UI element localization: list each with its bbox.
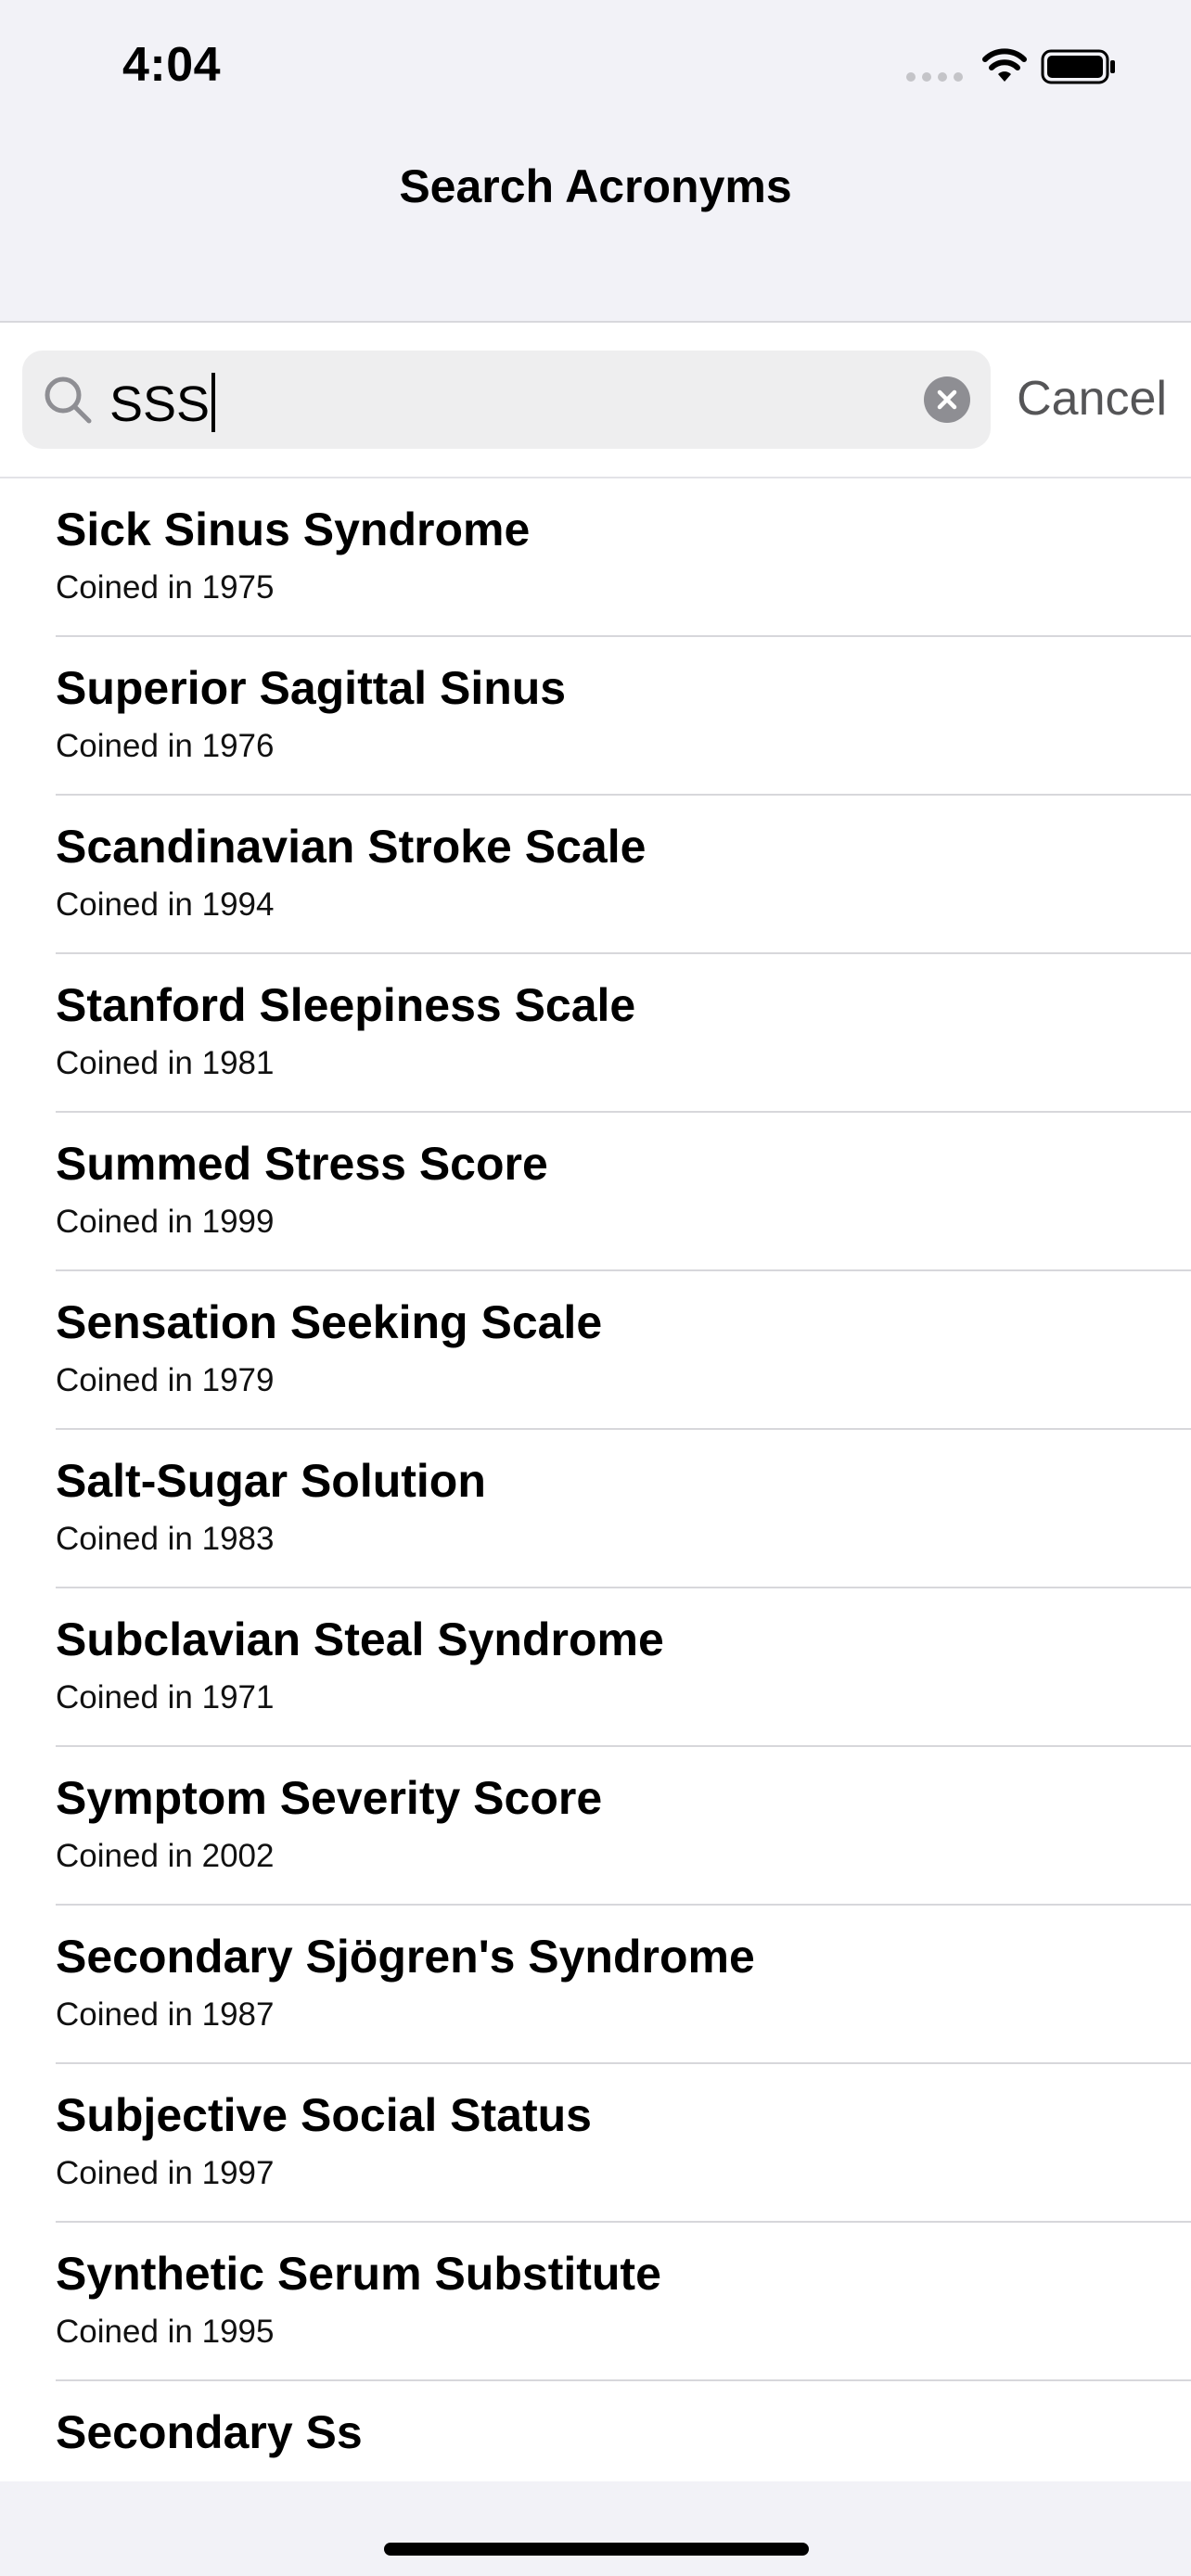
wifi-icon bbox=[982, 48, 1027, 82]
list-item[interactable]: Subclavian Steal Syndrome Coined in 1971 bbox=[56, 1588, 1191, 1747]
list-item-subtitle: Coined in 1976 bbox=[56, 728, 275, 764]
list-item-subtitle: Coined in 1975 bbox=[56, 569, 275, 606]
list-item-title: Sensation Seeking Scale bbox=[56, 1296, 603, 1348]
navigation-bar: Search Acronyms bbox=[0, 130, 1191, 323]
clear-text-icon bbox=[937, 389, 957, 410]
home-indicator-area bbox=[0, 2481, 1191, 2576]
list-item-subtitle: Coined in 1983 bbox=[56, 1521, 275, 1557]
list-item-title: Subclavian Steal Syndrome bbox=[56, 1613, 664, 1665]
list-item-subtitle: Coined in 1981 bbox=[56, 1045, 275, 1081]
list-item-title: Secondary Ss bbox=[56, 2406, 363, 2458]
list-item-title: Scandinavian Stroke Scale bbox=[56, 821, 647, 873]
search-value: SSS bbox=[109, 376, 211, 432]
search-bar: SSS Cancel bbox=[0, 323, 1191, 478]
page-title: Search Acronyms bbox=[399, 160, 792, 212]
list-item-subtitle: Coined in 1995 bbox=[56, 2314, 275, 2350]
list-item[interactable]: Summed Stress Score Coined in 1999 bbox=[56, 1113, 1191, 1271]
list-item-subtitle: Coined in 1979 bbox=[56, 1362, 275, 1398]
list-item-subtitle: Coined in 1999 bbox=[56, 1204, 275, 1240]
list-item[interactable]: Synthetic Serum Substitute Coined in 199… bbox=[56, 2223, 1191, 2381]
list-item-title: Subjective Social Status bbox=[56, 2089, 592, 2141]
home-indicator[interactable] bbox=[384, 2543, 809, 2556]
list-item-title: Secondary Sjögren's Syndrome bbox=[56, 1931, 755, 1983]
list-item[interactable]: Secondary Ss bbox=[56, 2381, 1191, 2481]
list-item-subtitle: Coined in 1994 bbox=[56, 886, 275, 923]
list-item[interactable]: Sensation Seeking Scale Coined in 1979 bbox=[56, 1271, 1191, 1430]
list-item[interactable]: Salt-Sugar Solution Coined in 1983 bbox=[56, 1430, 1191, 1588]
list-item-title: Summed Stress Score bbox=[56, 1138, 548, 1190]
battery-icon bbox=[1041, 49, 1115, 84]
list-item-title: Salt-Sugar Solution bbox=[56, 1455, 486, 1507]
signal-icon bbox=[906, 72, 963, 82]
search-input[interactable]: SSS bbox=[22, 351, 991, 449]
list-item-subtitle: Coined in 2002 bbox=[56, 1838, 275, 1874]
list-item-title: Symptom Severity Score bbox=[56, 1772, 603, 1824]
list-item-subtitle: Coined in 1971 bbox=[56, 1679, 275, 1715]
list-item[interactable]: Scandinavian Stroke Scale Coined in 1994 bbox=[56, 796, 1191, 954]
list-item[interactable]: Stanford Sleepiness Scale Coined in 1981 bbox=[56, 954, 1191, 1113]
list-item-title: Synthetic Serum Substitute bbox=[56, 2248, 661, 2300]
list-item[interactable]: Secondary Sjögren's Syndrome Coined in 1… bbox=[56, 1906, 1191, 2064]
results-list: Sick Sinus Syndrome Coined in 1975 Super… bbox=[0, 478, 1191, 2481]
list-item-subtitle: Coined in 1997 bbox=[56, 2155, 275, 2191]
list-item[interactable]: Superior Sagittal Sinus Coined in 1976 bbox=[56, 637, 1191, 796]
status-bar: 4:04 bbox=[0, 0, 1191, 130]
clear-text-button[interactable] bbox=[924, 376, 970, 423]
list-item-title: Sick Sinus Syndrome bbox=[56, 504, 531, 555]
list-item-subtitle: Coined in 1987 bbox=[56, 1996, 275, 2033]
list-item[interactable]: Symptom Severity Score Coined in 2002 bbox=[56, 1747, 1191, 1906]
status-time: 4:04 bbox=[122, 38, 222, 92]
list-item[interactable]: Sick Sinus Syndrome Coined in 1975 bbox=[56, 478, 1191, 637]
search-text[interactable]: SSS bbox=[109, 373, 216, 433]
list-item[interactable]: Subjective Social Status Coined in 1997 bbox=[56, 2064, 1191, 2223]
cancel-button[interactable]: Cancel bbox=[1017, 371, 1167, 427]
search-icon bbox=[45, 376, 92, 424]
list-item-title: Superior Sagittal Sinus bbox=[56, 662, 567, 714]
text-cursor bbox=[211, 373, 216, 432]
list-item-title: Stanford Sleepiness Scale bbox=[56, 979, 636, 1031]
